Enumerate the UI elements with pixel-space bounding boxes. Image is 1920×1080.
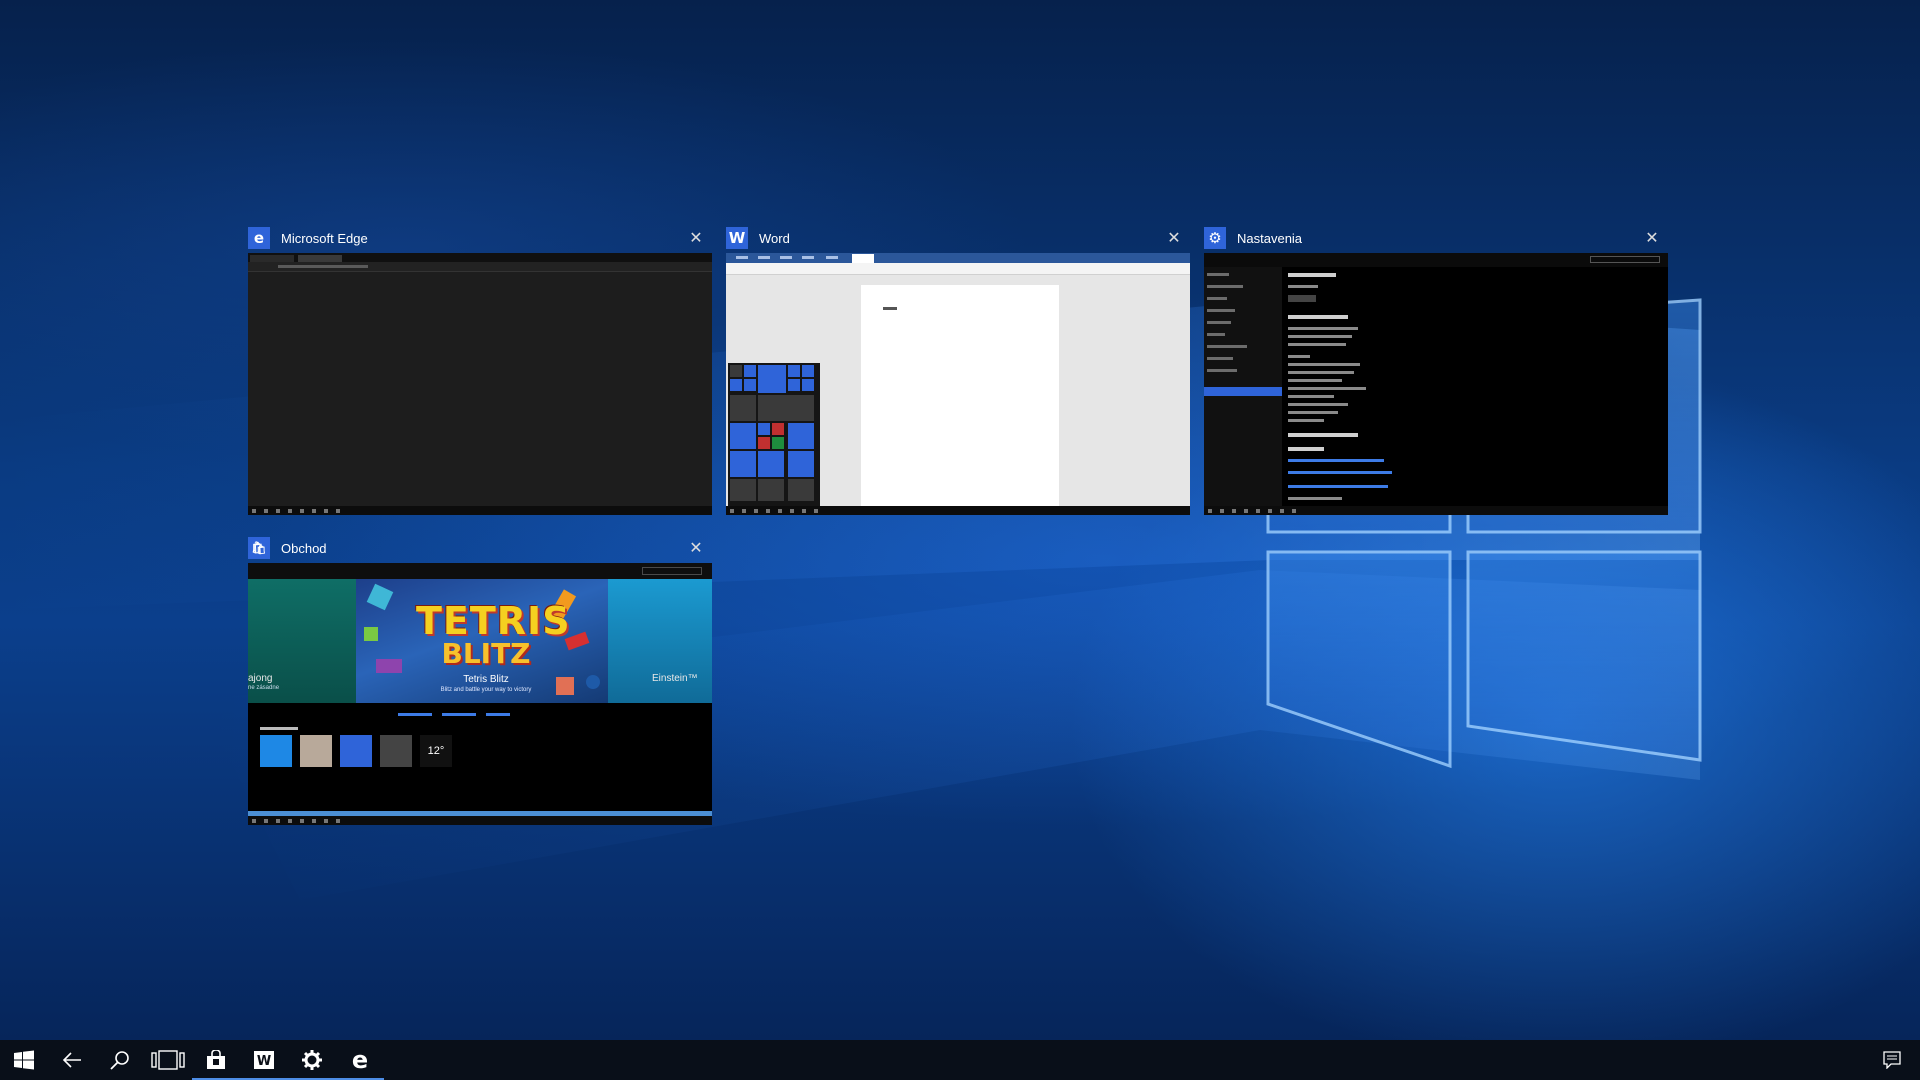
- window-title: Word: [759, 230, 790, 246]
- store-app-tile: [300, 735, 332, 767]
- store-app-tile: [380, 735, 412, 767]
- edge-icon: e: [351, 1046, 369, 1074]
- start-menu-preview: [728, 363, 820, 507]
- settings-nav-selected: [1204, 387, 1282, 396]
- task-view-button[interactable]: [144, 1040, 192, 1080]
- hero-left-subtext: ne zásadne: [248, 685, 280, 691]
- window-title: Microsoft Edge: [281, 230, 368, 246]
- window-thumbnail-settings[interactable]: [1204, 253, 1668, 515]
- hero-panel-right: [608, 579, 712, 703]
- thumbnail-taskbar: [248, 506, 712, 515]
- hero-panel-tetris: TETRIS BLITZ Tetris Blitz Blitz and batt…: [356, 579, 608, 703]
- store-top-bar: [248, 563, 712, 579]
- store-app-tile: [260, 735, 292, 767]
- store-category-links: [398, 713, 510, 716]
- word-ribbon-tabs: [726, 253, 1190, 263]
- settings-gear-icon: [302, 1050, 322, 1070]
- store-hero-banner: ajong ne zásadne TETRIS BLITZ Tetris Bli…: [248, 579, 712, 703]
- hero-left-text: ajong: [248, 673, 273, 684]
- task-view-icon: [151, 1050, 185, 1070]
- hero-right-text: Einstein™: [652, 673, 698, 684]
- document-page: [861, 285, 1059, 507]
- close-button[interactable]: ✕: [686, 538, 706, 558]
- store-section-heading: [260, 727, 298, 730]
- edge-icon: e: [248, 227, 270, 249]
- window-title: Nastavenia: [1237, 230, 1303, 246]
- blitz-logo-text: BLITZ: [441, 637, 531, 670]
- weather-app-tile: 12°: [420, 735, 452, 767]
- browser-tab-strip: [248, 253, 712, 262]
- settings-nav-pane: [1204, 267, 1282, 506]
- store-app-list: 12°: [260, 735, 452, 767]
- window-card-word[interactable]: W Word ✕: [726, 223, 1190, 515]
- window-card-store[interactable]: 🛍 Obchod ✕ ajong ne zásadne TETRIS BLITZ…: [248, 533, 712, 825]
- taskbar-edge-button[interactable]: e: [336, 1040, 384, 1080]
- window-thumbnail-store[interactable]: ajong ne zásadne TETRIS BLITZ Tetris Bli…: [248, 563, 712, 825]
- word-icon: W: [254, 1051, 274, 1069]
- hero-tagline: Blitz and battle your way to victory: [440, 687, 532, 693]
- window-card-settings[interactable]: ⚙ Nastavenia ✕: [1204, 223, 1668, 515]
- word-toolbar: [726, 263, 1190, 275]
- back-arrow-icon: [62, 1052, 81, 1068]
- taskbar: W e: [0, 1040, 1920, 1080]
- settings-top-bar: [1204, 253, 1668, 267]
- action-center-button[interactable]: [1872, 1040, 1912, 1080]
- thumbnail-taskbar: [1204, 506, 1668, 515]
- search-icon: [110, 1051, 129, 1070]
- window-header[interactable]: W Word ✕: [726, 223, 1190, 253]
- thumbnail-taskbar: [248, 816, 712, 825]
- window-header[interactable]: e Microsoft Edge ✕: [248, 223, 712, 253]
- window-thumbnail-word[interactable]: [726, 253, 1190, 515]
- windows-logo-light-beams: [0, 298, 1702, 900]
- notifications-icon: [1883, 1051, 1901, 1069]
- window-thumbnail-edge[interactable]: [248, 253, 712, 515]
- window-header[interactable]: 🛍 Obchod ✕: [248, 533, 712, 563]
- desktop-wallpaper: [0, 0, 1920, 1040]
- svg-text:W: W: [257, 1054, 271, 1069]
- taskbar-word-button[interactable]: W: [240, 1040, 288, 1080]
- close-button[interactable]: ✕: [1642, 228, 1662, 248]
- address-bar: [248, 262, 712, 272]
- window-header[interactable]: ⚙ Nastavenia ✕: [1204, 223, 1668, 253]
- window-title: Obchod: [281, 540, 327, 556]
- store-icon: 🛍: [248, 537, 270, 559]
- hero-game-name: Tetris Blitz: [463, 674, 509, 685]
- taskbar-store-button[interactable]: [192, 1040, 240, 1080]
- start-button[interactable]: [0, 1040, 48, 1080]
- close-button[interactable]: ✕: [686, 228, 706, 248]
- browser-tab: [250, 255, 294, 262]
- close-button[interactable]: ✕: [1164, 228, 1184, 248]
- settings-gear-icon: ⚙: [1204, 227, 1226, 249]
- search-button[interactable]: [96, 1040, 144, 1080]
- back-button[interactable]: [48, 1040, 96, 1080]
- store-icon: [207, 1050, 225, 1069]
- browser-tab: [298, 255, 342, 262]
- store-app-tile: [340, 735, 372, 767]
- taskbar-settings-button[interactable]: [288, 1040, 336, 1080]
- window-card-edge[interactable]: e Microsoft Edge ✕: [248, 223, 712, 515]
- word-icon: W: [726, 227, 748, 249]
- windows-start-icon: [14, 1050, 34, 1070]
- thumbnail-taskbar: [726, 506, 1190, 515]
